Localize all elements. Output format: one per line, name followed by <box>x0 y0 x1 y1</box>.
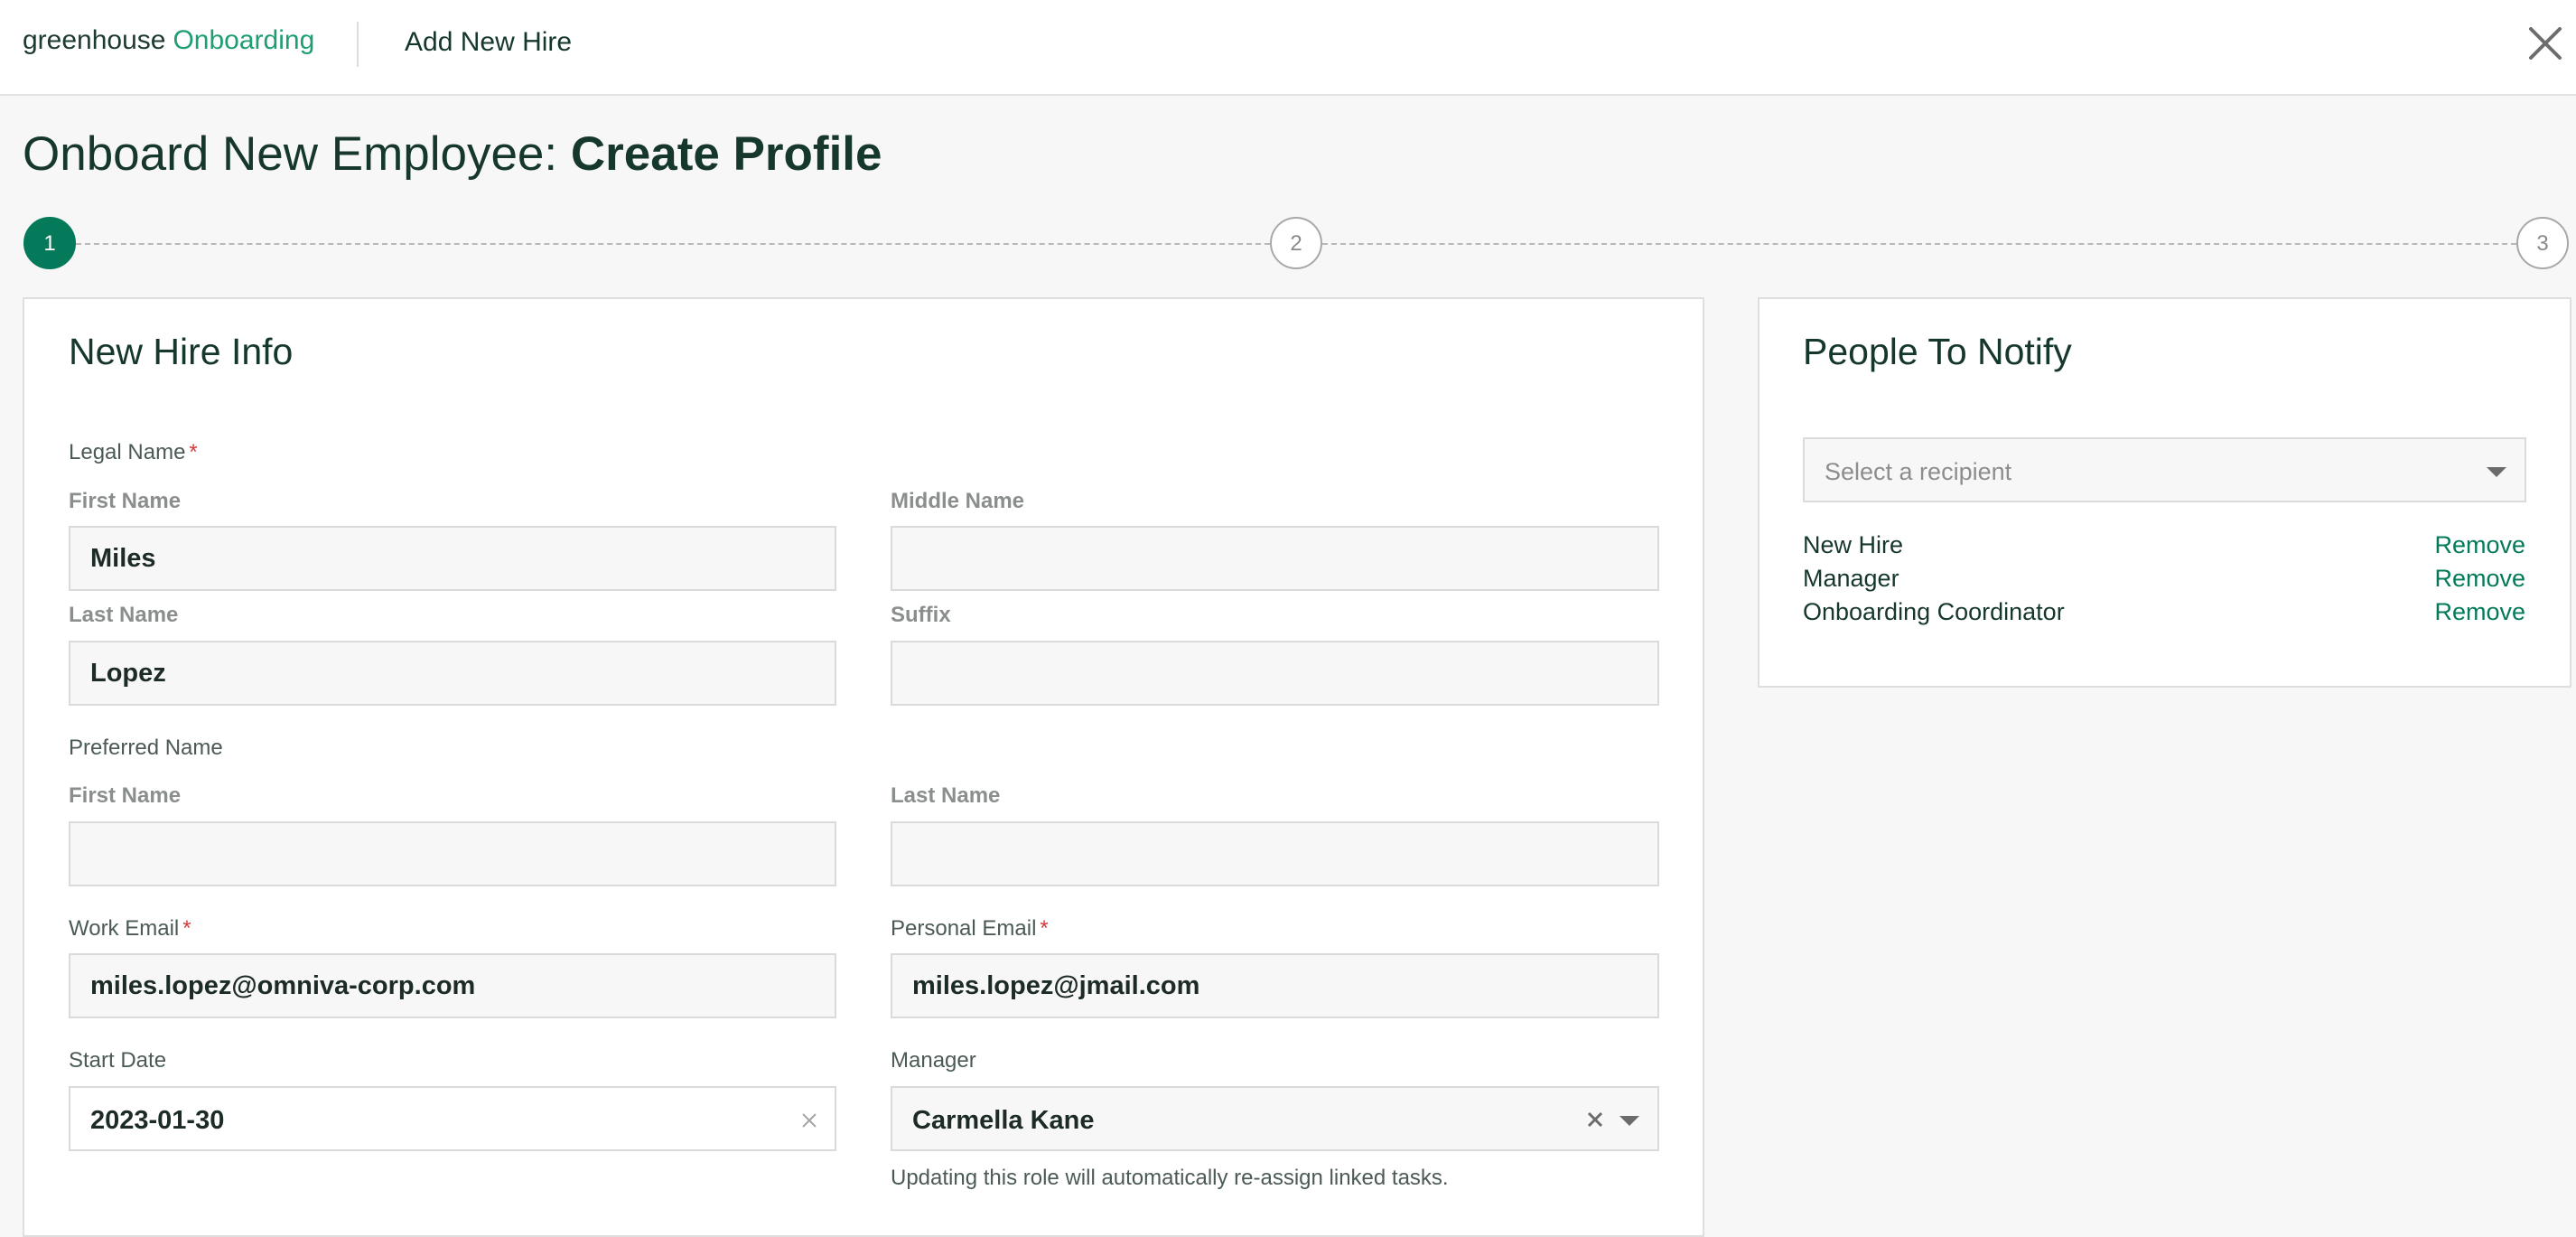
recipient-row: Manager Remove <box>1803 565 2525 595</box>
step-1-indicator[interactable]: 1 <box>23 217 76 269</box>
header-title: Add New Hire <box>405 27 573 57</box>
recipient-select-placeholder: Select a recipient <box>1825 458 2012 485</box>
recipient-row: New Hire Remove <box>1803 531 2525 562</box>
work-email-input[interactable] <box>69 953 836 1018</box>
manager-label: Manager <box>891 1048 976 1073</box>
legal-first-name-input[interactable] <box>69 526 836 591</box>
personal-email-input[interactable] <box>891 953 1659 1018</box>
manager-select[interactable]: Carmella Kane <box>891 1086 1659 1151</box>
preferred-last-name-label: Last Name <box>891 783 1001 808</box>
required-mark: * <box>182 916 191 941</box>
work-email-label-text: Work Email <box>69 916 180 941</box>
page-title-prefix: Onboard New Employee: <box>23 127 558 181</box>
step-connector <box>1322 243 2516 245</box>
legal-last-name-label: Last Name <box>69 603 179 627</box>
logo-product-text: Onboarding <box>173 25 315 55</box>
recipient-name: New Hire <box>1803 531 1904 558</box>
legal-first-name-label: First Name <box>69 489 182 513</box>
legal-suffix-label: Suffix <box>891 603 951 627</box>
legal-middle-name-label: Middle Name <box>891 489 1025 513</box>
recipient-name: Manager <box>1803 565 1899 592</box>
step-connector <box>76 243 1270 245</box>
preferred-last-name-input[interactable] <box>891 821 1659 886</box>
start-date-label: Start Date <box>69 1048 167 1073</box>
header-divider <box>357 22 359 67</box>
legal-middle-name-input[interactable] <box>891 526 1659 591</box>
recipient-row: Onboarding Coordinator Remove <box>1803 598 2525 629</box>
clear-date-button[interactable] <box>800 1111 818 1134</box>
manager-help-text: Updating this role will automatically re… <box>891 1166 1449 1190</box>
remove-recipient-link[interactable]: Remove <box>2434 531 2525 559</box>
personal-email-label-text: Personal Email <box>891 916 1037 941</box>
chevron-down-icon <box>2487 467 2506 477</box>
progress-stepper: 1 2 3 <box>0 217 2576 271</box>
required-mark: * <box>1040 916 1049 941</box>
step-3-indicator[interactable]: 3 <box>2516 217 2569 269</box>
preferred-first-name-input[interactable] <box>69 821 836 886</box>
preferred-name-label: Preferred Name <box>69 736 223 760</box>
recipient-name: Onboarding Coordinator <box>1803 598 2065 625</box>
legal-last-name-input[interactable] <box>69 641 836 706</box>
new-hire-info-title: New Hire Info <box>69 331 294 372</box>
close-button[interactable] <box>2525 23 2565 63</box>
preferred-first-name-label: First Name <box>69 783 182 808</box>
step-2-indicator[interactable]: 2 <box>1270 217 1322 269</box>
greenhouse-onboarding-logo[interactable]: greenhouse Onboarding <box>23 25 314 56</box>
page-title: Onboard New Employee: Create Profile <box>23 127 882 182</box>
top-bar: greenhouse Onboarding Add New Hire <box>0 0 2576 96</box>
manager-value: Carmella Kane <box>912 1106 1095 1135</box>
start-date-value: 2023-01-30 <box>90 1106 225 1135</box>
logo-brand-text: greenhouse <box>23 25 166 55</box>
start-date-picker[interactable]: 2023-01-30 <box>69 1086 836 1151</box>
close-icon <box>2529 27 2562 60</box>
legal-name-label-text: Legal Name <box>69 440 186 464</box>
people-to-notify-title: People To Notify <box>1803 331 2072 372</box>
chevron-down-icon <box>1619 1116 1639 1126</box>
remove-recipient-link[interactable]: Remove <box>2434 565 2525 593</box>
remove-recipient-link[interactable]: Remove <box>2434 598 2525 626</box>
legal-name-label: Legal Name * <box>69 440 198 465</box>
page-title-step: Create Profile <box>570 127 882 181</box>
personal-email-label: Personal Email * <box>891 916 1049 942</box>
work-email-label: Work Email * <box>69 916 191 942</box>
clear-icon <box>1587 1111 1603 1128</box>
recipient-select[interactable]: Select a recipient <box>1803 437 2526 502</box>
required-mark: * <box>189 440 198 464</box>
legal-suffix-input[interactable] <box>891 641 1659 706</box>
clear-icon <box>802 1113 817 1128</box>
clear-manager-button[interactable] <box>1585 1110 1605 1134</box>
